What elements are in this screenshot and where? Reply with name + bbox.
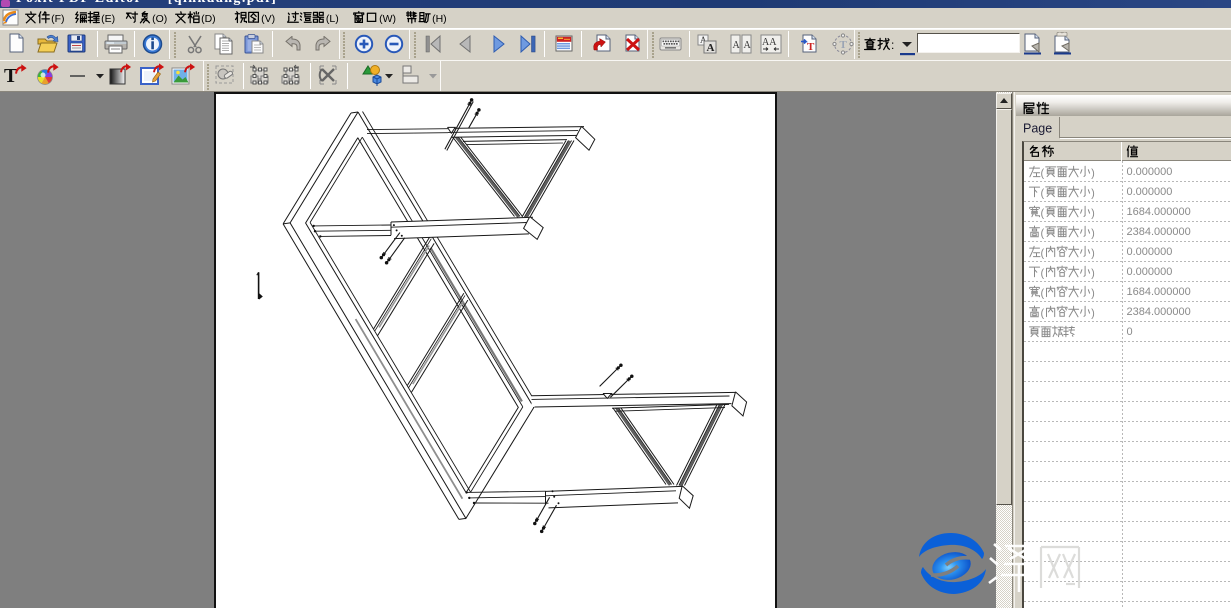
svg-text:0.000000: 0.000000	[1127, 166, 1173, 178]
svg-text:): )	[1091, 188, 1095, 200]
svg-text:1684.000000: 1684.000000	[1127, 286, 1191, 298]
svg-text:(: (	[1041, 288, 1045, 300]
svg-text:0.000000: 0.000000	[1127, 186, 1173, 198]
svg-text:0: 0	[1127, 326, 1133, 338]
svg-text:): )	[1091, 208, 1095, 220]
svg-text:1684.000000: 1684.000000	[1127, 206, 1191, 218]
svg-text:): )	[1091, 168, 1095, 180]
svg-text:0.000000: 0.000000	[1127, 246, 1173, 258]
svg-text:(: (	[1041, 188, 1045, 200]
svg-text:2384.000000: 2384.000000	[1127, 226, 1191, 238]
svg-text:): )	[1091, 248, 1095, 260]
svg-text:(: (	[1041, 268, 1045, 280]
svg-text:2384.000000: 2384.000000	[1127, 306, 1191, 318]
svg-text:(: (	[1041, 308, 1045, 320]
svg-text:(: (	[1041, 228, 1045, 240]
svg-text:): )	[1091, 268, 1095, 280]
svg-text:0.000000: 0.000000	[1127, 266, 1173, 278]
svg-text:): )	[1091, 288, 1095, 300]
svg-text:): )	[1091, 308, 1095, 320]
svg-text:): )	[1091, 228, 1095, 240]
svg-text:(: (	[1041, 208, 1045, 220]
svg-text:(: (	[1041, 248, 1045, 260]
svg-text:(: (	[1041, 168, 1045, 180]
